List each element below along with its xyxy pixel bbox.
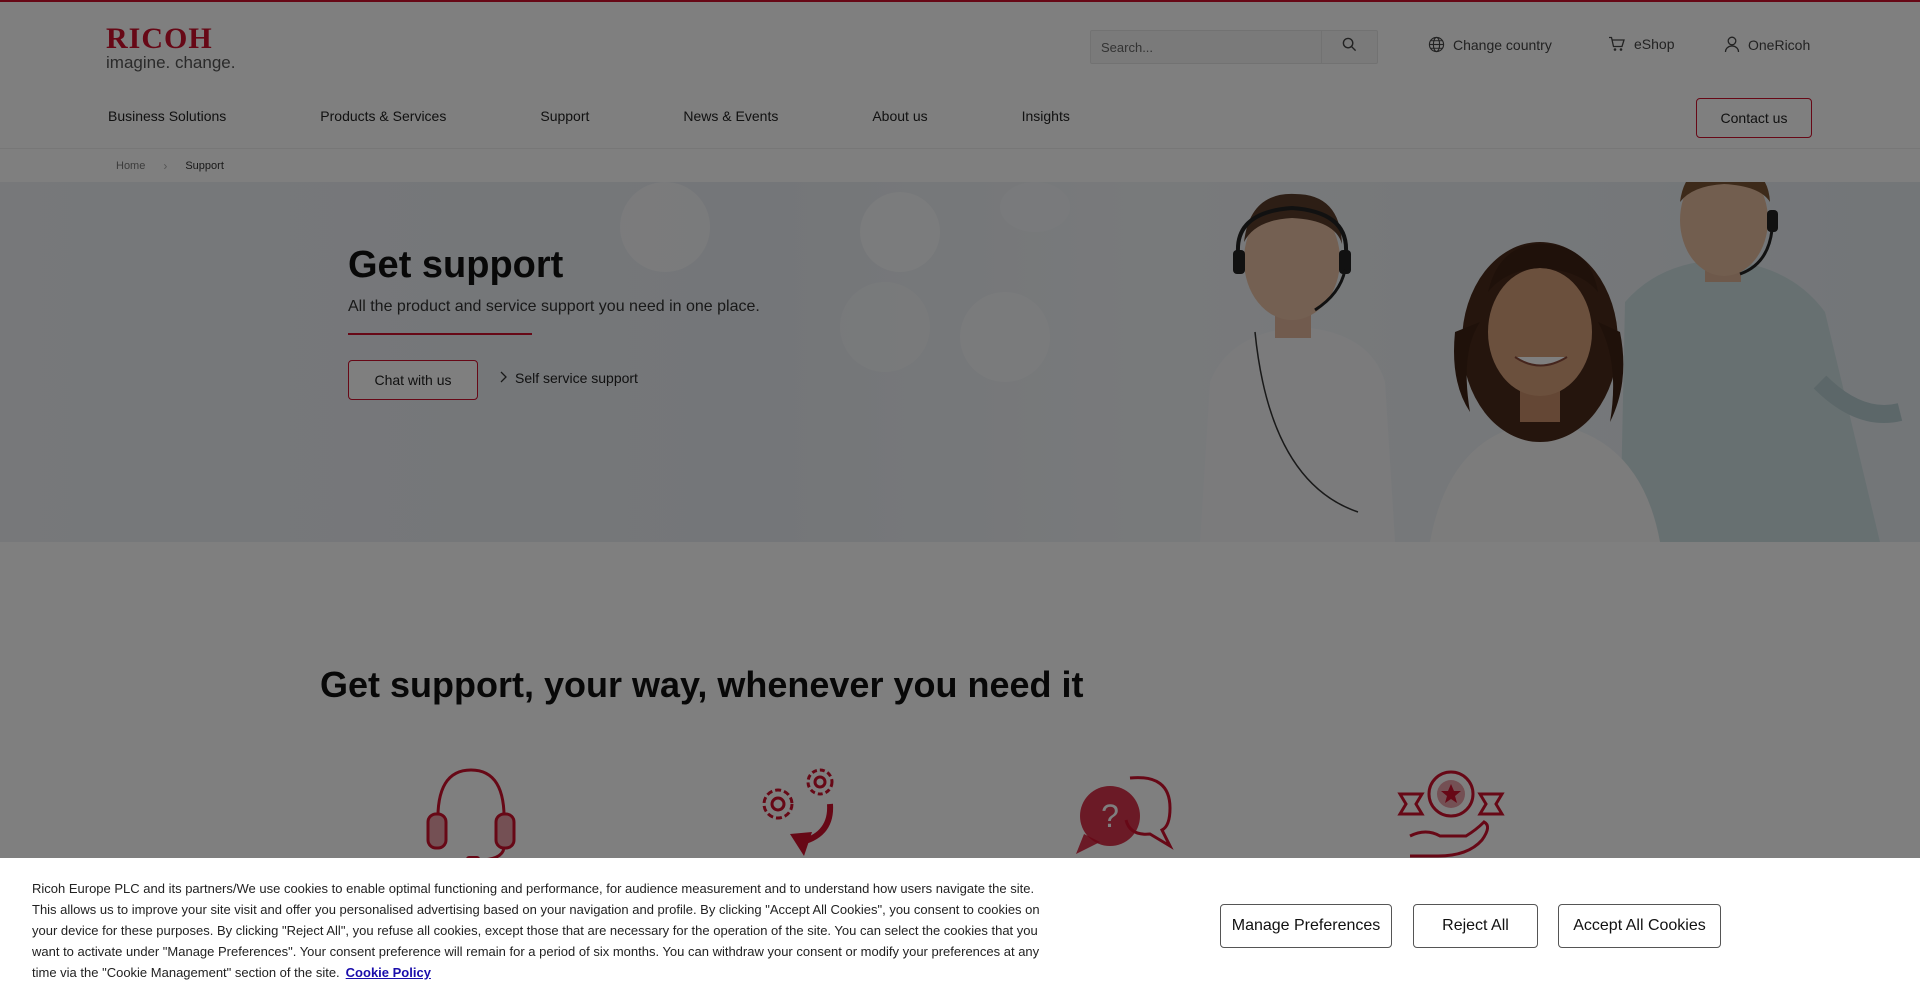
- cookie-message: Ricoh Europe PLC and its partners/We use…: [32, 878, 1052, 983]
- cookie-banner: Ricoh Europe PLC and its partners/We use…: [0, 858, 1920, 993]
- accept-all-cookies-button[interactable]: Accept All Cookies: [1558, 904, 1721, 948]
- reject-all-button[interactable]: Reject All: [1413, 904, 1538, 948]
- modal-backdrop: [0, 0, 1920, 993]
- cookie-text: Ricoh Europe PLC and its partners/We use…: [32, 881, 1040, 980]
- cookie-policy-link[interactable]: Cookie Policy: [346, 965, 431, 980]
- manage-preferences-button[interactable]: Manage Preferences: [1220, 904, 1392, 948]
